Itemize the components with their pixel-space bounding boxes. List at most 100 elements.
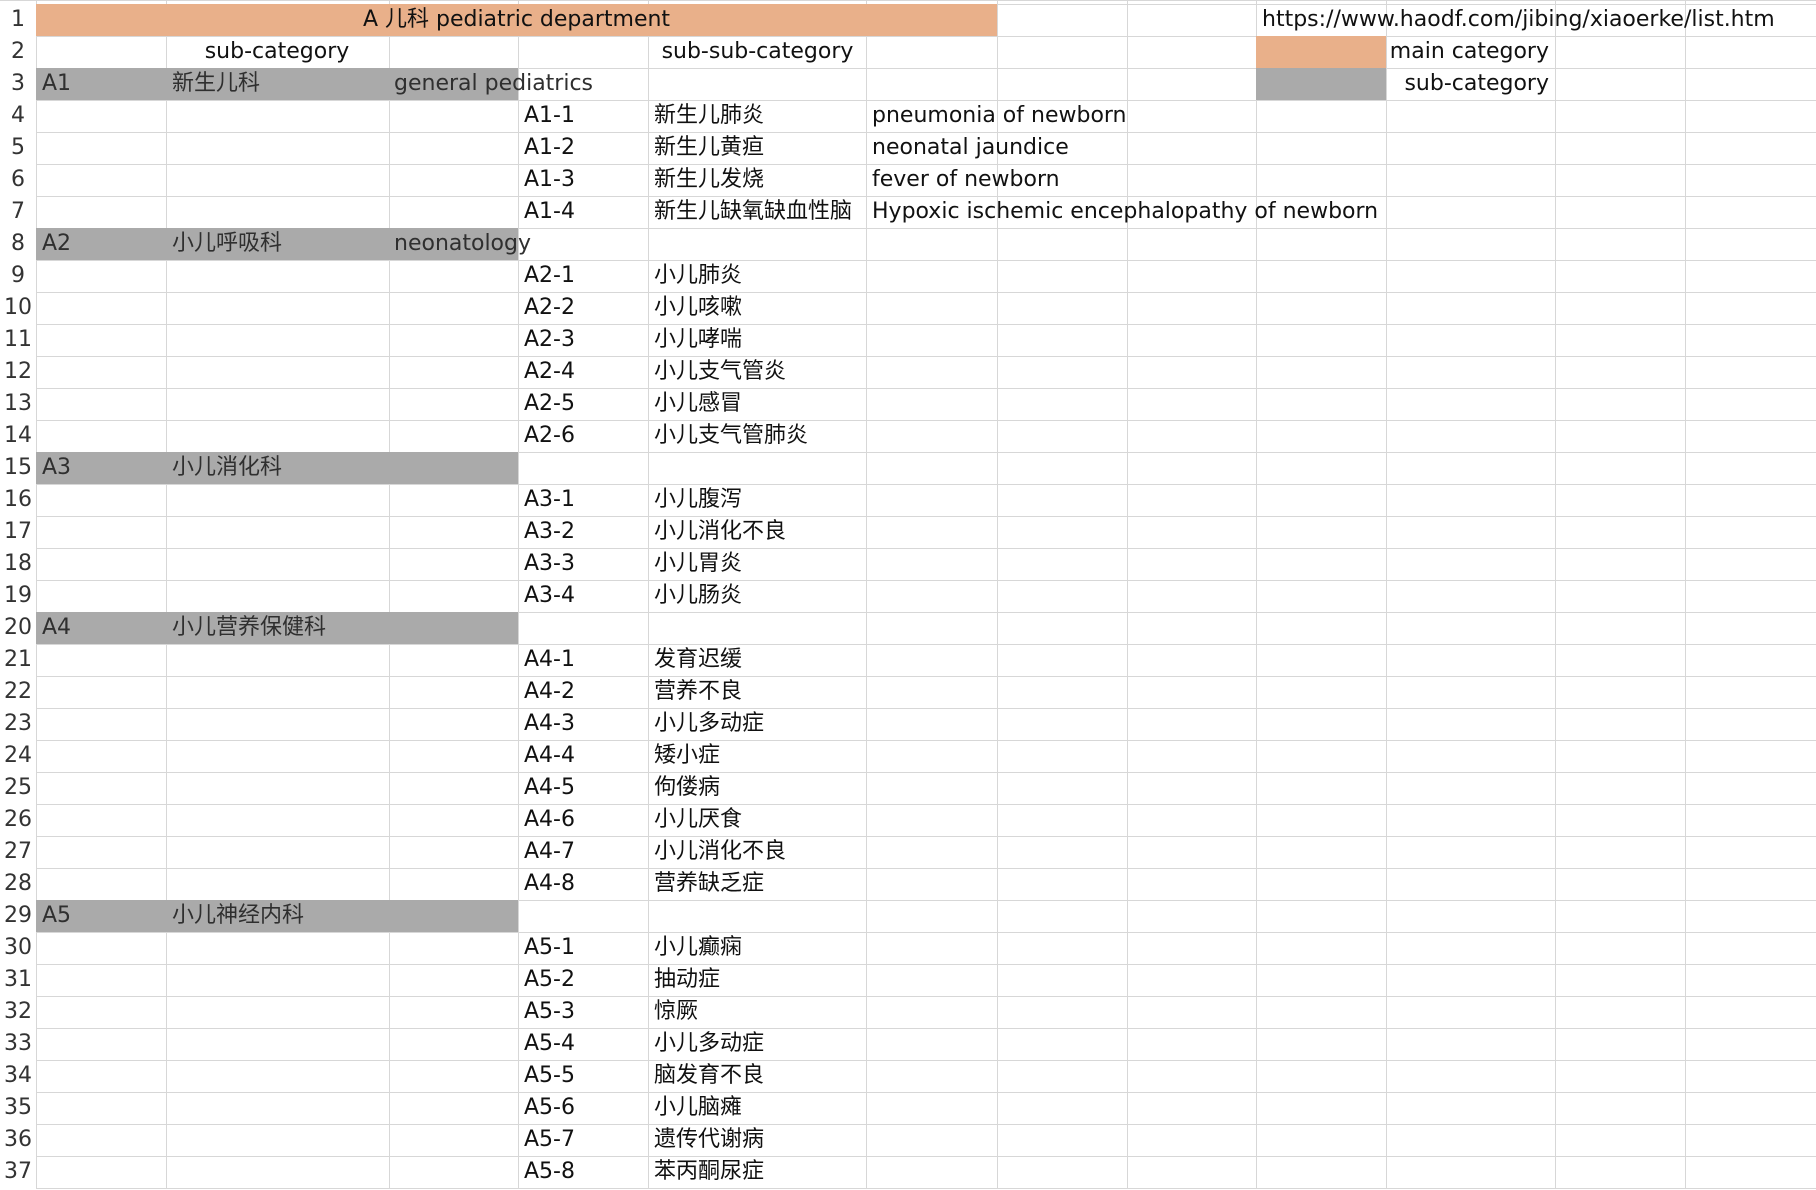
row-number[interactable]: 16 xyxy=(0,484,36,516)
item-name-cn[interactable]: 小儿肺炎 xyxy=(654,260,864,292)
item-name-cn[interactable]: 惊厥 xyxy=(654,996,864,1028)
item-name-cn[interactable]: 营养缺乏症 xyxy=(654,868,864,900)
row-number[interactable]: 30 xyxy=(0,932,36,964)
row-number[interactable]: 13 xyxy=(0,388,36,420)
item-code[interactable]: A4-7 xyxy=(524,836,575,868)
sub-category-header[interactable]: sub-category xyxy=(36,36,518,68)
row-number[interactable]: 7 xyxy=(0,196,36,228)
item-code[interactable]: A5-5 xyxy=(524,1060,575,1092)
sub-category-code[interactable]: A1 xyxy=(42,68,71,100)
item-code[interactable]: A5-8 xyxy=(524,1156,575,1188)
row-number[interactable]: 22 xyxy=(0,676,36,708)
item-code[interactable]: A1-3 xyxy=(524,164,575,196)
item-name-cn[interactable]: 矮小症 xyxy=(654,740,864,772)
item-code[interactable]: A5-4 xyxy=(524,1028,575,1060)
sub-category-code[interactable]: A4 xyxy=(42,612,71,644)
item-name-en[interactable]: pneumonia of newborn xyxy=(872,100,1127,132)
item-code[interactable]: A5-3 xyxy=(524,996,575,1028)
item-code[interactable]: A5-1 xyxy=(524,932,575,964)
item-code[interactable]: A2-6 xyxy=(524,420,575,452)
row-number[interactable]: 12 xyxy=(0,356,36,388)
sub-category-code[interactable]: A5 xyxy=(42,900,71,932)
row-number[interactable]: 6 xyxy=(0,164,36,196)
main-category-title[interactable]: A 儿科 pediatric department xyxy=(36,4,997,36)
sub-category-name-en[interactable]: general pediatrics xyxy=(394,68,593,100)
item-name-cn[interactable]: 遗传代谢病 xyxy=(654,1124,864,1156)
item-code[interactable]: A4-5 xyxy=(524,772,575,804)
item-code[interactable]: A2-1 xyxy=(524,260,575,292)
item-name-cn[interactable]: 小儿消化不良 xyxy=(654,516,864,548)
item-name-cn[interactable]: 新生儿黄疸 xyxy=(654,132,864,164)
item-name-cn[interactable]: 小儿脑瘫 xyxy=(654,1092,864,1124)
item-code[interactable]: A3-3 xyxy=(524,548,575,580)
item-code[interactable]: A4-1 xyxy=(524,644,575,676)
item-name-cn[interactable]: 新生儿发烧 xyxy=(654,164,864,196)
row-number[interactable]: 29 xyxy=(0,900,36,932)
item-name-en[interactable]: Hypoxic ischemic encephalopathy of newbo… xyxy=(872,196,1378,228)
item-code[interactable]: A1-1 xyxy=(524,100,575,132)
item-name-cn[interactable]: 小儿多动症 xyxy=(654,708,864,740)
item-code[interactable]: A1-4 xyxy=(524,196,575,228)
item-name-cn[interactable]: 抽动症 xyxy=(654,964,864,996)
row-number[interactable]: 37 xyxy=(0,1156,36,1188)
row-number[interactable]: 36 xyxy=(0,1124,36,1156)
row-number[interactable]: 11 xyxy=(0,324,36,356)
item-name-cn[interactable]: 小儿胃炎 xyxy=(654,548,864,580)
row-number[interactable]: 8 xyxy=(0,228,36,260)
row-number[interactable]: 10 xyxy=(0,292,36,324)
row-number[interactable]: 25 xyxy=(0,772,36,804)
item-name-cn[interactable]: 小儿厌食 xyxy=(654,804,864,836)
row-number[interactable]: 14 xyxy=(0,420,36,452)
item-code[interactable]: A3-1 xyxy=(524,484,575,516)
spreadsheet-grid[interactable]: 1 2 3 4 5 6 7 8 9 10 11 12 13 14 15 16 17 18 19 20 21 22 23 24 2… xyxy=(0,0,1816,1190)
sub-category-name-cn[interactable]: 小儿呼吸科 xyxy=(172,228,282,260)
item-code[interactable]: A2-5 xyxy=(524,388,575,420)
item-code[interactable]: A1-2 xyxy=(524,132,575,164)
item-code[interactable]: A4-8 xyxy=(524,868,575,900)
sub-category-name-cn[interactable]: 小儿消化科 xyxy=(172,452,282,484)
row-number[interactable]: 3 xyxy=(0,68,36,100)
item-code[interactable]: A3-4 xyxy=(524,580,575,612)
item-code[interactable]: A5-7 xyxy=(524,1124,575,1156)
item-code[interactable]: A2-4 xyxy=(524,356,575,388)
row-number[interactable]: 1 xyxy=(0,4,36,36)
sub-category-name-cn[interactable]: 小儿营养保健科 xyxy=(172,612,326,644)
item-name-cn[interactable]: 脑发育不良 xyxy=(654,1060,864,1092)
item-code[interactable]: A4-4 xyxy=(524,740,575,772)
row-number[interactable]: 34 xyxy=(0,1060,36,1092)
item-name-cn[interactable]: 苯丙酮尿症 xyxy=(654,1156,864,1188)
item-name-cn[interactable]: 佝偻病 xyxy=(654,772,864,804)
row-number[interactable]: 15 xyxy=(0,452,36,484)
item-name-cn[interactable]: 小儿肠炎 xyxy=(654,580,864,612)
item-name-cn[interactable]: 小儿消化不良 xyxy=(654,836,864,868)
item-code[interactable]: A5-6 xyxy=(524,1092,575,1124)
item-name-cn[interactable]: 新生儿缺氧缺血性脑 xyxy=(654,196,864,228)
legend-sub-category-label[interactable]: sub-category xyxy=(1386,68,1549,100)
item-name-cn[interactable]: 小儿支气管肺炎 xyxy=(654,420,864,452)
row-number[interactable]: 21 xyxy=(0,644,36,676)
row-number[interactable]: 35 xyxy=(0,1092,36,1124)
row-number[interactable]: 18 xyxy=(0,548,36,580)
sub-category-code[interactable]: A3 xyxy=(42,452,71,484)
item-name-cn[interactable]: 小儿支气管炎 xyxy=(654,356,864,388)
legend-main-category-label[interactable]: main category xyxy=(1386,36,1549,68)
row-number[interactable]: 4 xyxy=(0,100,36,132)
item-code[interactable]: A5-2 xyxy=(524,964,575,996)
item-name-cn[interactable]: 小儿癫痫 xyxy=(654,932,864,964)
row-number[interactable]: 17 xyxy=(0,516,36,548)
row-number[interactable]: 33 xyxy=(0,1028,36,1060)
row-number[interactable]: 27 xyxy=(0,836,36,868)
item-name-en[interactable]: neonatal jaundice xyxy=(872,132,1069,164)
row-number[interactable]: 28 xyxy=(0,868,36,900)
source-url[interactable]: https://www.haodf.com/jibing/xiaoerke/li… xyxy=(1262,4,1775,36)
item-name-en[interactable]: fever of newborn xyxy=(872,164,1060,196)
item-name-cn[interactable]: 小儿腹泻 xyxy=(654,484,864,516)
row-number[interactable]: 26 xyxy=(0,804,36,836)
item-code[interactable]: A2-3 xyxy=(524,324,575,356)
row-number[interactable]: 5 xyxy=(0,132,36,164)
item-code[interactable]: A2-2 xyxy=(524,292,575,324)
sub-sub-category-header[interactable]: sub-sub-category xyxy=(518,36,997,68)
sub-category-name-cn[interactable]: 小儿神经内科 xyxy=(172,900,304,932)
item-name-cn[interactable]: 小儿感冒 xyxy=(654,388,864,420)
row-number[interactable]: 9 xyxy=(0,260,36,292)
